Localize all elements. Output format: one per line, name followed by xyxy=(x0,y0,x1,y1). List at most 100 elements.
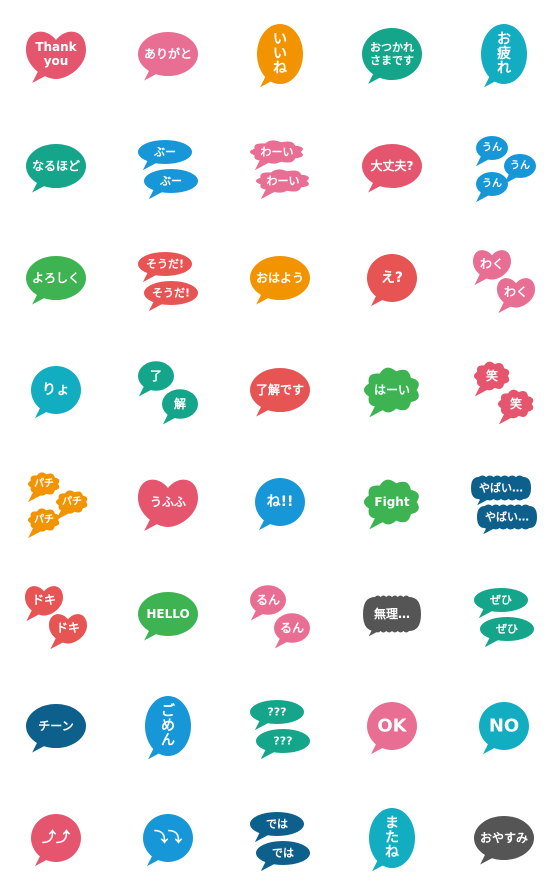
ryoukaidesu-bubble: 了解です xyxy=(250,368,310,417)
muri-bubble: 無理… xyxy=(363,595,421,637)
sticker-thank-you[interactable]: Thank you xyxy=(0,0,112,112)
bubble-text: ありがと xyxy=(144,46,192,61)
sticker-muri[interactable]: 無理… xyxy=(336,560,448,672)
souda-bubble-1: そうだ! xyxy=(144,281,198,312)
dokidoki-bubble-1: ドキ xyxy=(49,614,87,650)
yoroshiku-bubble: よろしく xyxy=(26,256,86,305)
bubble-text: 無理… xyxy=(374,606,410,621)
bubble-text: 解 xyxy=(174,396,186,411)
bubble-text: ね!! xyxy=(267,494,294,510)
yabai-bubble-0: やばい… xyxy=(471,475,531,506)
bubble-text: チーン xyxy=(38,719,73,733)
bubble-text: 大丈夫? xyxy=(371,158,414,173)
up-arrows-icon: ⤴⤴ xyxy=(31,814,81,867)
ohayou-bubble: おはよう xyxy=(250,256,310,305)
hello-bubble: HELLO xyxy=(138,592,198,641)
sticker-dokidoki[interactable]: ドキ ドキ xyxy=(0,560,112,672)
sticker-zehi[interactable]: ぜひ ぜひ xyxy=(448,560,560,672)
sticker-waai[interactable]: わーい わーい xyxy=(224,112,336,224)
bubble-text: さまです xyxy=(370,54,414,67)
sticker-dewa[interactable]: では では xyxy=(224,784,336,896)
haai-bubble: はーい xyxy=(363,367,419,418)
sticker-gomen[interactable]: ごめん xyxy=(112,672,224,784)
sticker-ok[interactable]: OK xyxy=(336,672,448,784)
bubble-text: ??? xyxy=(273,735,292,748)
runrun-bubble-0: るん xyxy=(250,585,286,621)
sticker-wakuwaku[interactable]: わく わく xyxy=(448,224,560,336)
bubble-text: では xyxy=(272,847,294,860)
sticker-yabai[interactable]: やばい… やばい… xyxy=(448,448,560,560)
sticker-souda[interactable]: そうだ! そうだ! xyxy=(112,224,224,336)
sticker-fight[interactable]: Fight xyxy=(336,448,448,560)
bubble-text: 了 xyxy=(150,369,162,383)
bubble-text: ま xyxy=(385,815,399,831)
runrun-bubble-1: るん xyxy=(274,613,310,649)
otsukaresamadesu-bubble: おつかれさまです xyxy=(362,28,422,84)
sticker-hello[interactable]: HELLO xyxy=(112,560,224,672)
sticker-chiin[interactable]: チーン xyxy=(0,672,112,784)
sticker-ryo[interactable]: りょ xyxy=(0,336,112,448)
bubble-text: うふふ xyxy=(150,495,186,509)
bubble-text: パチ xyxy=(34,514,54,526)
bubble-text: わーい xyxy=(267,175,300,188)
sticker-daijoubu[interactable]: 大丈夫? xyxy=(336,112,448,224)
bubble-text: では xyxy=(266,818,288,831)
sticker-otsukare[interactable]: お疲れ xyxy=(448,0,560,112)
warai-bubble-0: 笑 xyxy=(473,361,510,397)
bubble-text: るん xyxy=(280,621,304,635)
sticker-ryoukai-split[interactable]: 了解 xyxy=(112,336,224,448)
sticker-ryoukaidesu[interactable]: 了解です xyxy=(224,336,336,448)
bubble-text: パチ xyxy=(62,496,82,508)
bubble-text: 疲 xyxy=(497,45,511,62)
bubble-text: うん xyxy=(482,178,502,190)
sticker-warai[interactable]: 笑笑 xyxy=(448,336,560,448)
wakuwaku-bubble-1: わく xyxy=(497,278,535,314)
daijoubu-bubble: 大丈夫? xyxy=(362,144,422,193)
e-bubble: え? xyxy=(367,254,417,307)
sticker-arigato[interactable]: ありがと xyxy=(112,0,224,112)
bubble-text: お xyxy=(497,31,511,47)
sticker-buu[interactable]: ぶー ぶー xyxy=(112,112,224,224)
sticker-down-arrows[interactable]: ⤵⤵ xyxy=(112,784,224,896)
bubble-text: ね xyxy=(385,845,399,861)
sticker-ne[interactable]: ね!! xyxy=(224,448,336,560)
pachi-bubble-1: パチ xyxy=(55,490,88,521)
bubble-text: い xyxy=(273,46,287,62)
sticker-matane[interactable]: またね xyxy=(336,784,448,896)
un-bubble-1: うん xyxy=(504,154,536,185)
sticker-un[interactable]: うん うん うん xyxy=(448,112,560,224)
bubble-text: ドキ xyxy=(32,593,56,607)
bubble-text: れ xyxy=(497,61,511,77)
sticker-iine[interactable]: いいね xyxy=(224,0,336,112)
sticker-yoroshiku[interactable]: よろしく xyxy=(0,224,112,336)
bubble-text: りょ xyxy=(42,382,70,398)
iine-bubble: いいね xyxy=(257,24,303,88)
dewa-bubble-0: では xyxy=(250,812,304,843)
question-bubble-0: ??? xyxy=(250,700,304,731)
sticker-runrun[interactable]: るん るん xyxy=(224,560,336,672)
bubble-text: NO xyxy=(489,716,519,737)
bubble-text: そうだ! xyxy=(152,287,190,300)
sticker-haai[interactable]: はーい xyxy=(336,336,448,448)
warai-bubble-1: 笑 xyxy=(497,389,534,425)
sticker-no[interactable]: NO xyxy=(448,672,560,784)
sticker-ohayou[interactable]: おはよう xyxy=(224,224,336,336)
sticker-e[interactable]: え? xyxy=(336,224,448,336)
arigato-bubble: ありがと xyxy=(138,32,198,81)
bubble-text: おはよう xyxy=(256,271,304,285)
sticker-pachi[interactable]: パチ パチ パチ xyxy=(0,448,112,560)
ryo-bubble: りょ xyxy=(31,366,81,419)
pachi-bubble-0: パチ xyxy=(27,472,60,503)
bubble-text: わく xyxy=(504,285,528,299)
pachi-bubble-2: パチ xyxy=(27,508,60,539)
sticker-otsukaresamadesu[interactable]: おつかれ さまです xyxy=(336,0,448,112)
sticker-oyasumi[interactable]: おやすみ xyxy=(448,784,560,896)
sticker-naruhodo[interactable]: なるほど xyxy=(0,112,112,224)
sticker-ufufu[interactable]: うふふ xyxy=(112,448,224,560)
bubble-text: はーい xyxy=(374,383,410,397)
sticker-question[interactable]: ?????? xyxy=(224,672,336,784)
yabai-bubble-1: やばい… xyxy=(477,504,537,535)
bubble-text: ご xyxy=(161,702,176,719)
otsukare-bubble: お疲れ xyxy=(481,24,527,88)
sticker-up-arrows[interactable]: ⤴⤴ xyxy=(0,784,112,896)
